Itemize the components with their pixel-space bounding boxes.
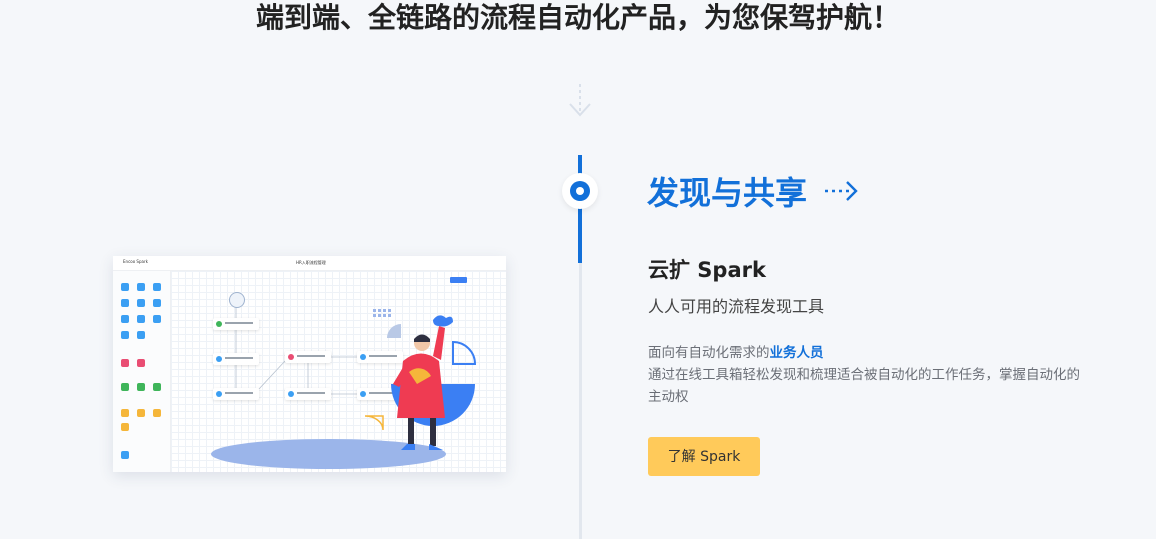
description-highlight: 业务人员 bbox=[769, 345, 824, 361]
person-illustration bbox=[364, 309, 477, 450]
product-description: 面向有自动化需求的业务人员 通过在线工具箱轻松发现和梳理适合被自动化的工作任务，… bbox=[648, 342, 1088, 408]
timeline-node bbox=[562, 173, 598, 209]
timeline-progress bbox=[578, 155, 582, 263]
down-arrow-icon bbox=[569, 84, 591, 117]
product-illustration: Encoo Spark HR入职流程管理 bbox=[113, 256, 506, 472]
description-line-2: 通过在线工具箱轻松发现和梳理适合被自动化的工作任务，掌握自动化的主动权 bbox=[648, 367, 1080, 405]
learn-spark-button[interactable]: 了解 Spark bbox=[648, 437, 760, 476]
product-name: 云扩 Spark bbox=[648, 258, 766, 282]
description-line-1: 面向有自动化需求的业务人员 bbox=[648, 345, 824, 361]
dotted-arrow-icon bbox=[825, 181, 858, 201]
section-title: 发现与共享 bbox=[647, 174, 808, 212]
product-subtitle: 人人可用的流程发现工具 bbox=[648, 297, 825, 316]
page-headline: 端到端、全链路的流程自动化产品，为您保驾护航！ bbox=[255, 1, 900, 34]
